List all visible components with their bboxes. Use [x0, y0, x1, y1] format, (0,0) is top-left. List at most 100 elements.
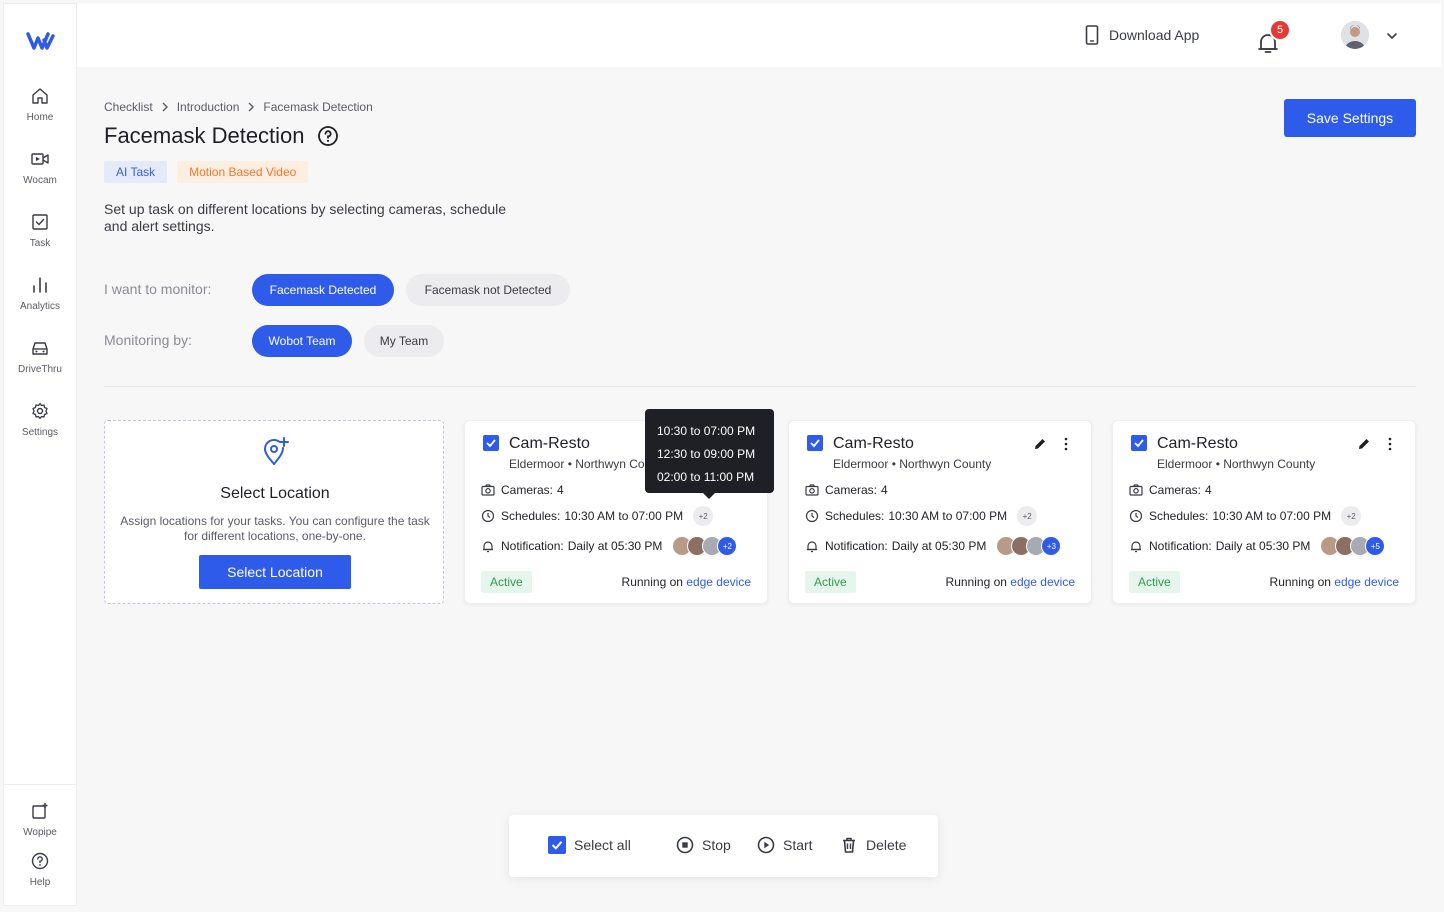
running-on: Running on edge device	[1270, 575, 1399, 589]
page-title-text: Facemask Detection	[104, 123, 305, 148]
monitoring-by-label: Monitoring by:	[104, 332, 192, 348]
option-facemask-detected[interactable]: Facemask Detected	[252, 274, 394, 306]
breadcrumb-introduction[interactable]: Introduction	[177, 100, 240, 114]
camera-location: Eldermoor • Northwyn County	[1157, 457, 1316, 471]
edge-device-link[interactable]: edge device	[1334, 575, 1399, 589]
delete-label: Delete	[866, 837, 907, 853]
sidebar-item-settings[interactable]: Settings	[4, 397, 76, 460]
download-app-button[interactable]: Download App	[1085, 25, 1199, 45]
camera-icon	[1129, 484, 1143, 496]
sidebar-item-label: Home	[26, 112, 54, 123]
add-location-pin-icon	[263, 437, 289, 465]
camera-card: Cam-Resto Eldermoor • Northwyn County Ca…	[1112, 420, 1416, 604]
breadcrumb-checklist[interactable]: Checklist	[104, 100, 153, 114]
bell-icon	[1131, 541, 1141, 553]
assignee-avatars[interactable]: +5	[1320, 536, 1386, 556]
status-badge: Active	[1129, 571, 1180, 593]
pencil-edit-icon[interactable]	[1357, 437, 1371, 451]
sidebar-item-label: Task	[29, 238, 51, 249]
play-circle-icon	[757, 836, 775, 854]
clock-icon	[1129, 509, 1143, 523]
monitor-label: I want to monitor:	[104, 281, 212, 297]
sidebar-item-analytics[interactable]: Analytics	[4, 271, 76, 334]
stop-label: Stop	[702, 837, 731, 853]
assignee-avatars[interactable]: +2	[672, 536, 738, 556]
wobot-logo-icon[interactable]	[26, 30, 56, 52]
chevron-down-icon[interactable]	[1385, 29, 1399, 43]
camera-card-checkbox[interactable]	[483, 435, 499, 451]
schedules-row: Schedules: 10:30 AM to 07:00 PM +2	[481, 506, 714, 526]
tooltip-schedule: 12:30 to 09:00 PM	[657, 447, 756, 461]
option-wobot-team[interactable]: Wobot Team	[252, 325, 352, 357]
edge-device-link[interactable]: edge device	[1010, 575, 1075, 589]
schedules-label: Schedules:	[825, 509, 885, 523]
page-description: Set up task on different locations by se…	[104, 201, 507, 234]
chevron-right-icon	[248, 102, 255, 112]
sidebar-item-label: Wopipe	[23, 827, 57, 838]
sidebar-item-help[interactable]: Help	[4, 847, 76, 897]
select-location-card: Select Location Assign locations for you…	[104, 420, 444, 604]
tag-motion-video: Motion Based Video	[177, 161, 309, 183]
breadcrumb: Checklist Introduction Facemask Detectio…	[104, 100, 373, 114]
stop-circle-icon	[676, 836, 694, 854]
cameras-row: Cameras: 4	[1129, 483, 1212, 497]
help-circle-icon[interactable]	[317, 125, 339, 147]
edge-device-link[interactable]: edge device	[686, 575, 751, 589]
car-icon	[32, 342, 48, 355]
select-location-button[interactable]: Select Location	[199, 555, 351, 589]
notification-row: Notification: Daily at 05:30 PM +5	[1129, 536, 1386, 556]
sidebar: Home Wocam Task Analytics DriveThru Sett…	[3, 3, 77, 906]
start-button[interactable]: Start	[757, 836, 813, 854]
avatars-more-badge: +3	[1041, 536, 1062, 556]
select-location-title: Select Location	[220, 485, 330, 502]
running-prefix: Running on	[945, 575, 1007, 589]
schedules-label: Schedules:	[501, 509, 561, 523]
camera-icon	[481, 484, 495, 496]
sidebar-item-task[interactable]: Task	[4, 208, 76, 271]
breadcrumb-current: Facemask Detection	[263, 100, 373, 114]
avatars-more-badge: +2	[717, 536, 738, 556]
start-label: Start	[783, 837, 813, 853]
status-badge: Active	[481, 571, 532, 593]
sidebar-item-wopipe[interactable]: Wopipe	[4, 797, 76, 847]
option-facemask-not-detected[interactable]: Facemask not Detected	[406, 274, 570, 306]
schedule-value: 10:30 AM to 07:00 PM	[564, 509, 684, 523]
avatars-more-badge: +5	[1365, 536, 1386, 556]
camera-card-checkbox[interactable]	[807, 435, 823, 451]
sidebar-item-drivethru[interactable]: DriveThru	[4, 334, 76, 397]
bell-icon	[807, 541, 817, 553]
checkmark-icon	[810, 439, 820, 448]
stop-button[interactable]: Stop	[676, 836, 731, 854]
schedules-row: Schedules: 10:30 AM to 07:00 PM +2	[1129, 506, 1362, 526]
sidebar-nav: Home Wocam Task Analytics DriveThru Sett…	[4, 82, 76, 460]
clock-icon	[805, 509, 819, 523]
sidebar-item-wocam[interactable]: Wocam	[4, 145, 76, 208]
more-vertical-icon[interactable]	[1059, 436, 1073, 452]
avatar-image-icon	[1341, 21, 1369, 49]
camera-card: Cam-Resto Eldermoor • Northwyn County Ca…	[788, 420, 1092, 604]
select-all-button[interactable]: Select all	[548, 836, 631, 854]
chevron-right-icon	[162, 102, 168, 112]
save-settings-button[interactable]: Save Settings	[1284, 99, 1416, 137]
user-avatar[interactable]	[1341, 21, 1369, 49]
gear-icon	[32, 402, 48, 420]
notification-label: Notification:	[501, 539, 564, 553]
sidebar-item-home[interactable]: Home	[4, 82, 76, 145]
schedules-row: Schedules: 10:30 AM to 07:00 PM +2	[805, 506, 1038, 526]
assignee-avatars[interactable]: +3	[996, 536, 1062, 556]
schedule-more-badge[interactable]: +2	[1017, 506, 1038, 526]
more-vertical-icon[interactable]	[1383, 436, 1397, 452]
schedule-more-badge[interactable]: +2	[693, 506, 714, 526]
delete-button[interactable]: Delete	[840, 836, 906, 854]
option-my-team[interactable]: My Team	[364, 325, 444, 357]
cameras-label: Cameras:	[501, 483, 554, 497]
pencil-edit-icon[interactable]	[1033, 437, 1047, 451]
cameras-row: Cameras: 4	[805, 483, 888, 497]
camera-name: Cam-Resto	[509, 435, 590, 452]
camera-card-checkbox[interactable]	[1131, 435, 1147, 451]
task-tags: AI Task Motion Based Video	[104, 161, 309, 183]
sidebar-item-label: Settings	[21, 427, 59, 438]
section-divider	[104, 386, 1416, 387]
schedule-more-badge[interactable]: +2	[1341, 506, 1362, 526]
schedule-tooltip: 10:30 to 07:00 PM 12:30 to 09:00 PM 02:0…	[645, 409, 774, 499]
